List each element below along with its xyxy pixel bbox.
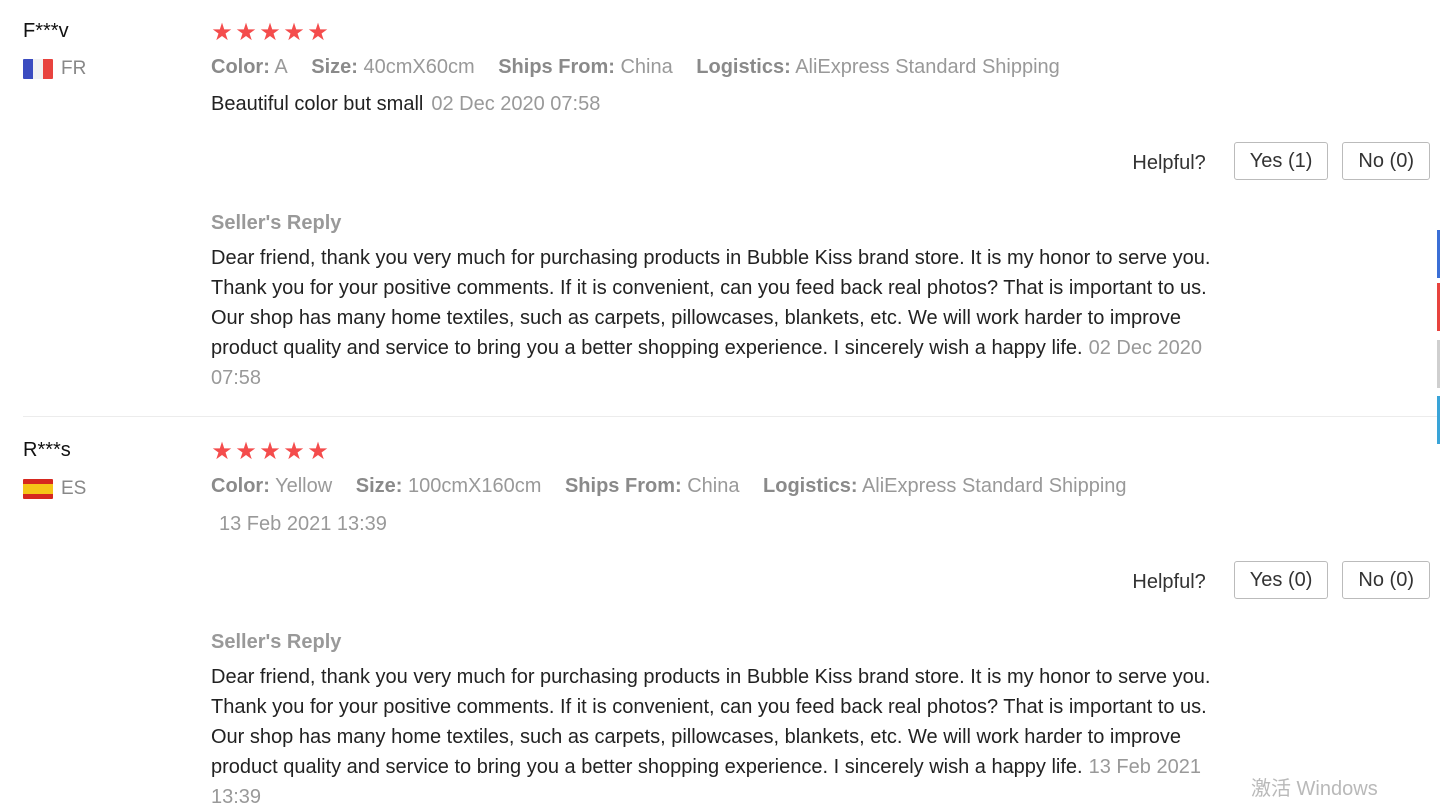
windows-activation-watermark: 激活 Windows [1251,778,1378,800]
spain-flag-icon [23,479,53,499]
spec-logistics: Logistics: AliExpress Standard Shipping [763,475,1127,497]
order-specs: Color: Yellow Size: 100cmX160cm Ships Fr… [211,475,1145,498]
reviewer-country: FR [23,58,86,80]
spec-ships-from: Ships From: China [564,475,740,497]
review-comment: Beautiful color but small 02 Dec 2020 07:… [211,93,600,116]
order-specs: Color: A Size: 40cmX60cm Ships From: Chi… [211,56,1078,79]
star-icon: ★ [283,19,305,46]
star-rating: ★ ★ ★ ★ ★ [211,440,329,464]
comment-text: Beautiful color but small [211,93,424,115]
seller-reply: Dear friend, thank you very much for pur… [211,243,1226,393]
spec-logistics: Logistics: AliExpress Standard Shipping [696,56,1060,78]
star-rating: ★ ★ ★ ★ ★ [211,21,329,45]
helpful-yes-button[interactable]: Yes (1) [1233,142,1329,180]
country-code: ES [61,478,87,499]
reviewer-name: R***s [23,439,71,461]
star-icon: ★ [307,438,329,465]
review-date: 13 Feb 2021 13:39 [219,513,387,535]
reviewer-country: ES [23,478,86,500]
star-icon: ★ [307,19,329,46]
helpful-label: Helpful? [1132,570,1206,593]
country-code: FR [61,58,87,79]
star-icon: ★ [211,438,233,465]
star-icon: ★ [211,19,233,46]
seller-reply-title: Seller's Reply [211,631,342,653]
spec-color: Color: Yellow [211,475,333,497]
seller-reply-title: Seller's Reply [211,212,342,234]
star-icon: ★ [235,438,257,465]
review-date: 02 Dec 2020 07:58 [431,93,601,115]
spec-size: Size: 100cmX160cm [355,475,542,497]
review-comment: 13 Feb 2021 13:39 [211,513,387,536]
spec-ships-from: Ships From: China [498,56,673,78]
reviewer-name: F***v [23,20,69,42]
spec-size: Size: 40cmX60cm [311,56,475,78]
seller-reply-text: Dear friend, thank you very much for pur… [211,666,1211,778]
seller-reply-text: Dear friend, thank you very much for pur… [211,247,1211,359]
star-icon: ★ [283,438,305,465]
spec-color: Color: A [211,56,288,78]
helpful-vote: Helpful? Yes (0) No (0) [1132,561,1430,599]
helpful-yes-button[interactable]: Yes (0) [1233,561,1329,599]
helpful-no-button[interactable]: No (0) [1342,561,1430,599]
star-icon: ★ [259,19,281,46]
seller-reply: Dear friend, thank you very much for pur… [211,662,1226,812]
helpful-label: Helpful? [1132,151,1206,174]
review-divider [23,416,1440,417]
france-flag-icon [23,59,53,79]
star-icon: ★ [235,19,257,46]
helpful-no-button[interactable]: No (0) [1342,142,1430,180]
helpful-vote: Helpful? Yes (1) No (0) [1132,142,1430,180]
star-icon: ★ [259,438,281,465]
